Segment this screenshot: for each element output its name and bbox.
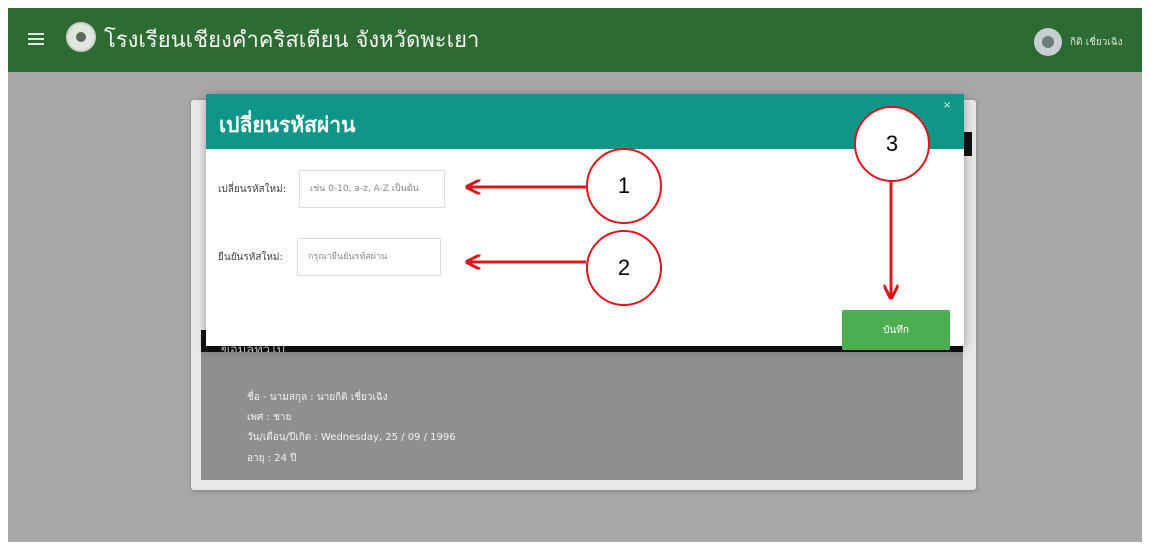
annotation-marker-3: 3 xyxy=(854,106,930,182)
profile-info-box xyxy=(201,352,963,480)
modal-edge-shadow xyxy=(964,132,972,156)
top-navbar: โรงเรียนเชียงคำคริสเตียน จังหวัดพะเยา กิ… xyxy=(8,8,1142,72)
annotation-marker-2: 2 xyxy=(586,230,662,306)
user-avatar-icon[interactable] xyxy=(1034,28,1062,56)
profile-age: อายุ : 24 ปี xyxy=(247,453,297,464)
change-password-modal: เปลี่ยนรหัสผ่าน × เปลี่ยนรหัสใหม่: ยืนยั… xyxy=(206,94,972,350)
close-icon[interactable]: × xyxy=(943,100,951,111)
new-password-label: เปลี่ยนรหัสใหม่: xyxy=(218,184,287,195)
annotation-marker-1: 1 xyxy=(586,148,662,224)
profile-fullname: ชื่อ - นามสกุล : นายกิติ เชี่ยวเฉิง xyxy=(247,392,388,403)
app-title: โรงเรียนเชียงคำคริสเตียน จังหวัดพะเยา xyxy=(104,28,480,53)
confirm-password-label: ยืนยันรหัสใหม่: xyxy=(218,252,283,263)
confirm-password-input[interactable] xyxy=(297,238,441,276)
app-screen: โรงเรียนเชียงคำคริสเตียน จังหวัดพะเยา กิ… xyxy=(8,8,1142,542)
school-logo-icon xyxy=(66,22,96,52)
modal-header: เปลี่ยนรหัสผ่าน × xyxy=(206,94,964,149)
profile-gender: เพศ : ชาย xyxy=(247,412,292,423)
modal-title: เปลี่ยนรหัสผ่าน xyxy=(219,113,356,137)
save-button[interactable]: บันทึก xyxy=(842,310,950,350)
hamburger-icon[interactable] xyxy=(28,30,44,50)
new-password-input[interactable] xyxy=(299,170,445,208)
profile-birthdate: วัน/เดือน/ปีเกิด : Wednesday, 25 / 09 / … xyxy=(247,432,456,443)
user-name[interactable]: กิติ เชี่ยวเฉิง xyxy=(1070,35,1123,50)
